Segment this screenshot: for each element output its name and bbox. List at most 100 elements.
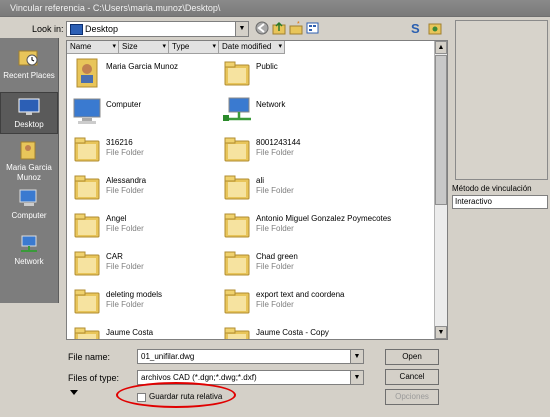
file-item[interactable]: Alessandra File Folder (71, 171, 217, 205)
file-name-label: File name: (68, 352, 111, 362)
vertical-scrollbar[interactable]: ▲ ▼ (434, 41, 447, 339)
file-item-name: 316216 (106, 138, 133, 147)
folder-icon (74, 175, 100, 200)
chevron-down-icon[interactable]: ▼ (350, 371, 363, 384)
file-item-name: Computer (106, 100, 142, 109)
file-item-name: ali (256, 176, 265, 185)
folder-icon (224, 137, 250, 162)
file-item-name: CAR (106, 252, 123, 261)
folder-icon (74, 289, 100, 314)
look-in-label: Look in: (32, 24, 64, 34)
file-item-type: File Folder (106, 300, 144, 309)
place-computer[interactable]: Computer (0, 188, 58, 224)
folder-icon (224, 327, 250, 339)
back-icon[interactable] (254, 20, 270, 36)
file-item-name: deleting models (106, 290, 163, 299)
file-item-name: Maria Garcia Munoz (106, 62, 179, 71)
file-item-type: File Folder (106, 148, 144, 157)
preview-pane (455, 20, 548, 180)
file-item-type: File Folder (256, 300, 294, 309)
network-icon (223, 97, 251, 121)
network-icon (21, 235, 37, 252)
file-item-name: Antonio Miguel Gonzalez Poymecotes (256, 214, 392, 223)
user-folder-icon (76, 58, 98, 88)
svg-text:*: * (297, 21, 300, 28)
new-folder-icon[interactable]: * (288, 20, 304, 36)
open-button[interactable]: Open (385, 349, 439, 365)
file-item[interactable]: 316216 File Folder (71, 133, 217, 167)
link-method-dropdown[interactable]: Interactivo (452, 195, 548, 209)
file-item[interactable]: Jaume Costa (71, 323, 217, 339)
file-item-type: File Folder (106, 224, 144, 233)
up-folder-icon[interactable] (271, 20, 287, 36)
scroll-up-icon[interactable]: ▲ (435, 41, 447, 54)
file-list[interactable]: Name ▾ Size ▾ Type ▾ Date modified ▾ Maria G… (66, 40, 448, 340)
file-item-type: File Folder (256, 186, 294, 195)
file-type-label: Files of type: (68, 373, 120, 383)
file-item-name: Network (256, 100, 286, 109)
places-bar: Recent Places Desktop Maria Garcia Munoz… (0, 38, 59, 303)
views-menu-icon[interactable] (305, 20, 321, 36)
file-item[interactable]: Computer (71, 95, 217, 129)
file-item[interactable]: 8001243144 File Folder (221, 133, 435, 167)
folder-icon (74, 213, 100, 238)
place-desktop[interactable]: Desktop (0, 92, 58, 134)
file-item-name: Angel (106, 214, 127, 223)
folder-icon (224, 213, 250, 238)
place-user[interactable]: Maria Garcia Munoz (0, 140, 58, 184)
file-item[interactable]: CAR File Folder (71, 247, 217, 281)
folder-icon (74, 251, 100, 276)
scroll-down-icon[interactable]: ▼ (435, 326, 447, 339)
file-item-type: File Folder (256, 262, 294, 271)
folder-icon (224, 251, 250, 276)
file-item[interactable]: Public (221, 57, 435, 91)
file-item-type: File Folder (256, 224, 294, 233)
file-item[interactable]: Jaume Costa - Copy (221, 323, 435, 339)
file-item-type: File Folder (106, 262, 144, 271)
file-item-name: Alessandra (106, 176, 147, 185)
file-item[interactable]: ali File Folder (221, 171, 435, 205)
expand-arrow-icon[interactable] (70, 390, 78, 395)
column-header-name[interactable]: Name ▾ (67, 41, 119, 54)
file-name-field[interactable]: 01_unifilar.dwg ▼ (137, 349, 364, 364)
look-in-dropdown[interactable]: Desktop ▼ (66, 21, 249, 37)
file-item[interactable]: Network (221, 95, 435, 129)
annotation-circle (116, 382, 236, 408)
cancel-button[interactable]: Cancel (385, 369, 439, 385)
folder-icon (224, 289, 250, 314)
place-recent-places[interactable]: Recent Places (0, 48, 58, 88)
file-item-name: Public (256, 62, 278, 71)
user-folder-icon (20, 141, 36, 160)
svg-text:S: S (411, 21, 420, 36)
file-item[interactable]: Antonio Miguel Gonzalez Poymecotes File F… (221, 209, 435, 243)
file-item-name: 8001243144 (256, 138, 301, 147)
file-item-type: File Folder (106, 186, 144, 195)
file-item[interactable]: Chad green File Folder (221, 247, 435, 281)
folder-icon (74, 137, 100, 162)
file-item[interactable]: export text and coordena File Folder (221, 285, 435, 319)
scrollbar-thumb[interactable] (435, 55, 447, 205)
place-network[interactable]: Network (0, 234, 58, 270)
desktop-icon (70, 24, 83, 35)
chevron-down-icon[interactable]: ▼ (235, 22, 248, 36)
column-header-date-modified[interactable]: Date modified ▾ (219, 41, 285, 54)
link-method-label: Método de vinculación (452, 184, 532, 193)
chevron-down-icon[interactable]: ▼ (350, 350, 363, 363)
folder-icon (224, 61, 250, 86)
file-item[interactable]: deleting models File Folder (71, 285, 217, 319)
file-item[interactable]: Angel File Folder (71, 209, 217, 243)
refresh-icon[interactable]: S (409, 20, 425, 36)
folder-icon (224, 175, 250, 200)
file-item[interactable]: Maria Garcia Munoz (71, 57, 217, 91)
file-item-name: Jaume Costa (106, 328, 154, 337)
computer-icon (73, 98, 101, 124)
folder-action-icon[interactable] (427, 20, 443, 36)
look-in-value: Desktop (85, 24, 119, 34)
file-item-name: Jaume Costa - Copy (256, 328, 329, 337)
column-header-type[interactable]: Type ▾ (169, 41, 219, 54)
window-title: Vincular referencia - C:\Users\maria.mun… (0, 0, 550, 17)
options-button[interactable]: Opciones (385, 389, 439, 405)
file-item-name: export text and coordena (256, 290, 345, 299)
computer-icon (19, 189, 37, 206)
column-header-size[interactable]: Size ▾ (119, 41, 169, 54)
